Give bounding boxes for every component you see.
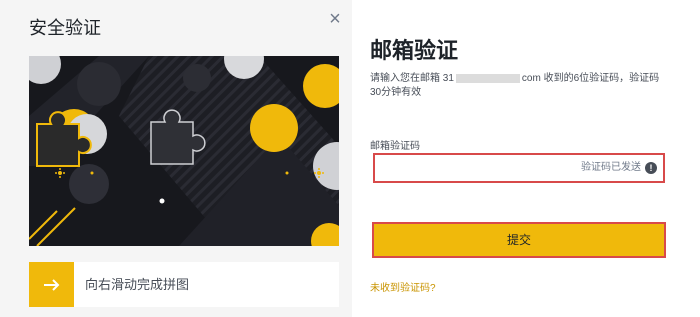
slider-handle[interactable] (29, 262, 74, 307)
email-code-input[interactable] (381, 159, 575, 181)
desc-prefix: 请输入您在邮箱 31 (370, 73, 454, 84)
masked-email (455, 73, 520, 83)
captcha-title: 安全验证 (29, 18, 101, 38)
email-code-field[interactable]: 验证码已发送 ! (373, 153, 665, 183)
submit-button[interactable]: 提交 (372, 222, 666, 258)
code-field-label: 邮箱验证码 (370, 141, 420, 152)
info-icon[interactable]: ! (645, 162, 657, 174)
arrow-right-icon (43, 278, 59, 291)
no-code-link[interactable]: 未收到验证码? (370, 279, 436, 294)
captcha-panel: 安全验证 × 向右滑动完成拼图 (0, 0, 352, 317)
verify-description: 请输入您在邮箱 31 com 收到的6位验证码，验证码30分钟有效 (370, 72, 670, 100)
page-title: 邮箱验证 (370, 38, 459, 63)
slider-track[interactable]: 向右滑动完成拼图 (29, 262, 339, 307)
close-icon[interactable]: × (326, 8, 344, 30)
slider-label: 向右滑动完成拼图 (85, 277, 190, 292)
puzzle-image (29, 56, 339, 246)
code-sent-status: 验证码已发送 (581, 162, 641, 173)
verify-panel: 邮箱验证 请输入您在邮箱 31 com 收到的6位验证码，验证码30分钟有效 邮箱… (352, 0, 700, 317)
